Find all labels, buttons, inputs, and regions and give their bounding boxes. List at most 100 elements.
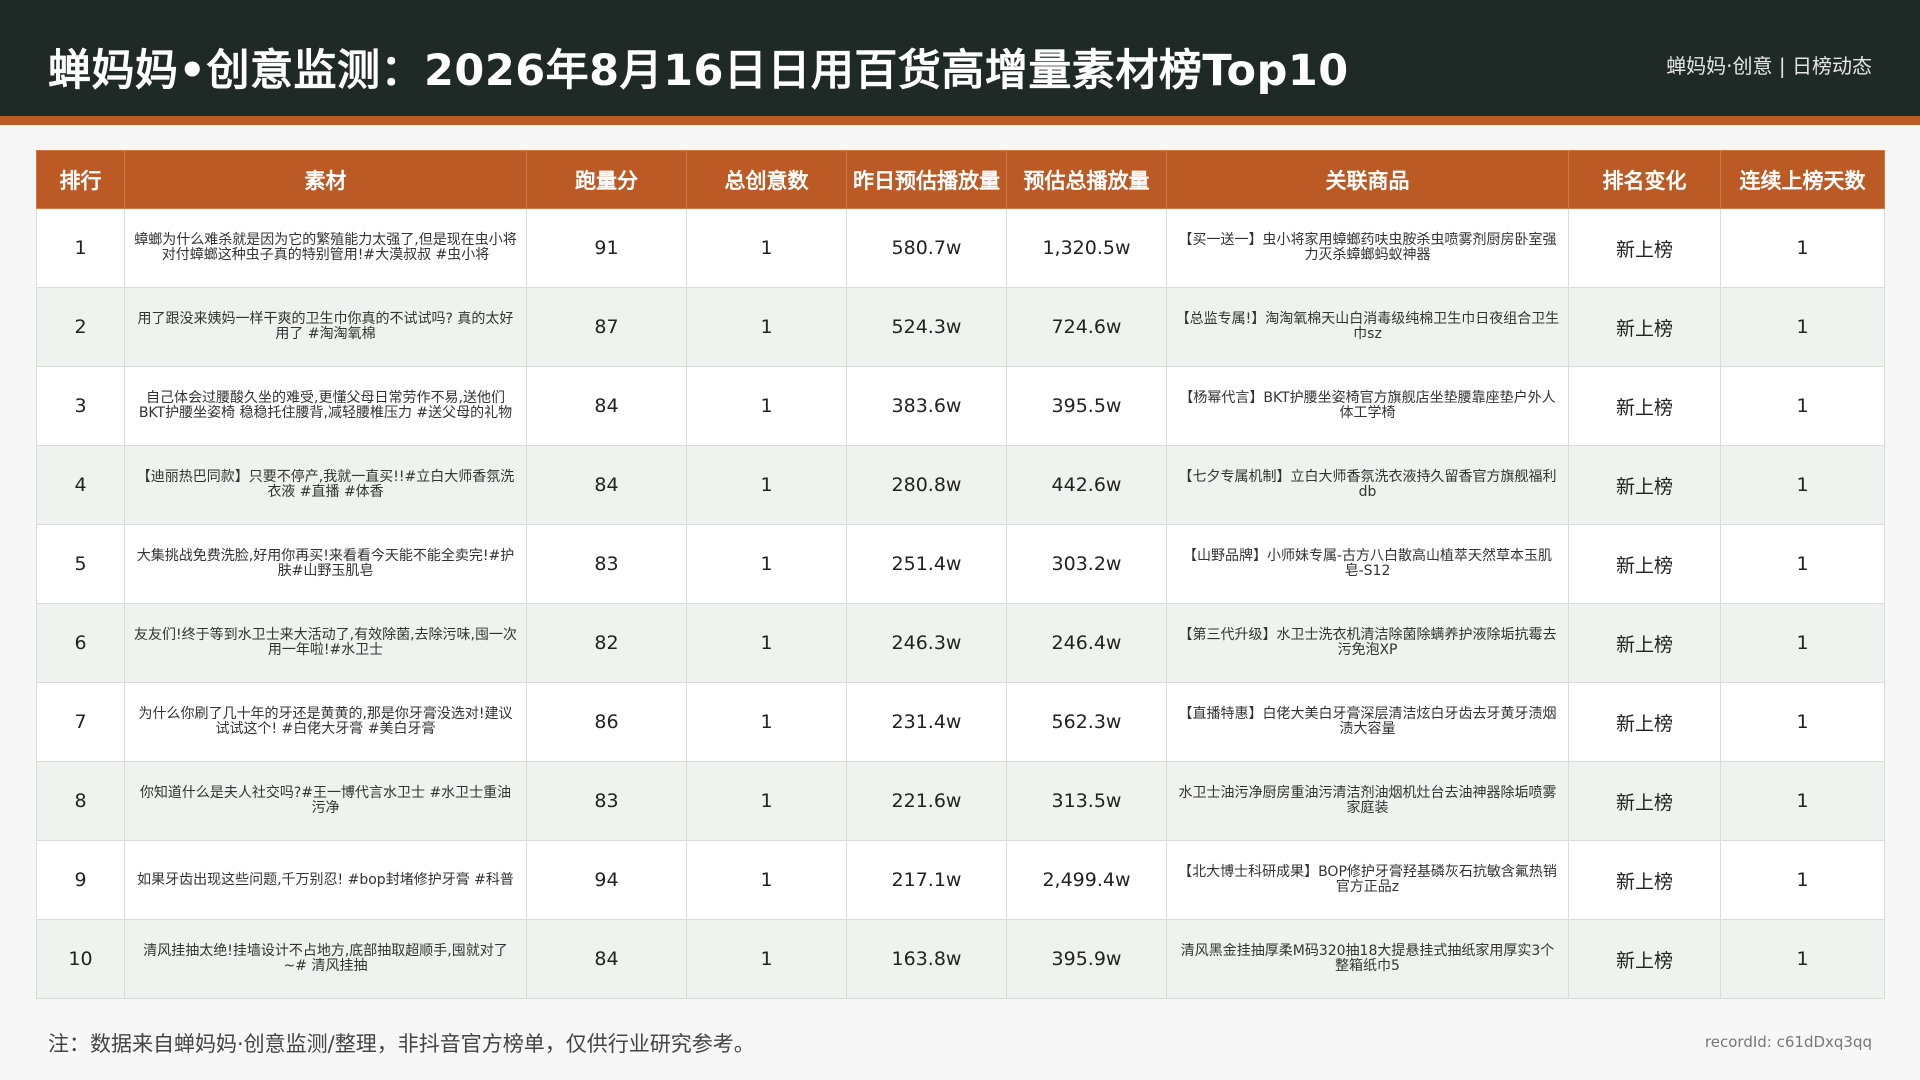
column-header-creatives[interactable]: 总创意数 (686, 150, 847, 209)
column-header-days[interactable]: 连续上榜天数 (1720, 150, 1885, 209)
column-header-material[interactable]: 素材 (124, 150, 527, 209)
total-plays-cell: 395.9w (1006, 919, 1167, 999)
product-cell: 清风黑金挂抽厚柔M码320抽18大提悬挂式抽纸家用厚实3个整箱纸巾5 (1166, 919, 1569, 999)
days-cell: 1 (1720, 761, 1885, 841)
header-bar: 蝉妈妈•创意监测：2026年8月16日日用百货高增量素材榜Top10 蝉妈妈·创… (0, 0, 1920, 116)
material-cell: 自己体会过腰酸久坐的难受,更懂父母日常劳作不易,送他们BKT护腰坐姿椅 稳稳托住… (124, 366, 527, 446)
rank-cell: 7 (36, 682, 125, 762)
yesterday-plays-cell: 251.4w (846, 524, 1007, 604)
product-cell: 【买一送一】虫小将家用蟑螂药呋虫胺杀虫喷雾剂厨房卧室强力灭杀蟑螂蚂蚁神器 (1166, 208, 1569, 288)
rank-change-cell: 新上榜 (1568, 682, 1721, 762)
table-row[interactable]: 2 用了跟没来姨妈一样干爽的卫生巾你真的不试试吗? 真的太好用了 #淘淘氧棉 8… (36, 287, 1885, 367)
material-cell: 用了跟没来姨妈一样干爽的卫生巾你真的不试试吗? 真的太好用了 #淘淘氧棉 (124, 287, 527, 367)
score-cell: 87 (526, 287, 687, 367)
days-cell: 1 (1720, 840, 1885, 920)
column-header-rank-change[interactable]: 排名变化 (1568, 150, 1721, 209)
creatives-cell: 1 (686, 840, 847, 920)
material-cell: 友友们!终于等到水卫士来大活动了,有效除菌,去除污味,囤一次用一年啦!#水卫士 (124, 603, 527, 683)
product-cell: 【北大博士科研成果】BOP修护牙膏羟基磷灰石抗敏含氟热销官方正品z (1166, 840, 1569, 920)
material-cell: 清风挂抽太绝!挂墙设计不占地方,底部抽取超顺手,囤就对了~# 清风挂抽 (124, 919, 527, 999)
score-cell: 91 (526, 208, 687, 288)
days-cell: 1 (1720, 682, 1885, 762)
rank-cell: 5 (36, 524, 125, 604)
product-cell: 【杨幂代言】BKT护腰坐姿椅官方旗舰店坐垫腰靠座垫户外人体工学椅 (1166, 366, 1569, 446)
rank-change-cell: 新上榜 (1568, 208, 1721, 288)
creatives-cell: 1 (686, 208, 847, 288)
yesterday-plays-cell: 163.8w (846, 919, 1007, 999)
score-cell: 84 (526, 445, 687, 525)
score-cell: 84 (526, 919, 687, 999)
ranking-table-container: 排行 素材 跑量分 总创意数 昨日预估播放量 预估总播放量 关联商品 排名变化 … (36, 150, 1885, 999)
product-cell: 【山野品牌】小师妹专属-古方八白散高山植萃天然草本玉肌皂-S12 (1166, 524, 1569, 604)
total-plays-cell: 1,320.5w (1006, 208, 1167, 288)
rank-cell: 1 (36, 208, 125, 288)
creatives-cell: 1 (686, 445, 847, 525)
yesterday-plays-cell: 231.4w (846, 682, 1007, 762)
rank-cell: 9 (36, 840, 125, 920)
score-cell: 83 (526, 524, 687, 604)
table-row[interactable]: 5 大集挑战免费洗脸,好用你再买!来看看今天能不能全卖完!#护肤#山野玉肌皂 8… (36, 524, 1885, 604)
score-cell: 94 (526, 840, 687, 920)
total-plays-cell: 562.3w (1006, 682, 1167, 762)
header-accent-stripe (0, 116, 1920, 125)
rank-change-cell: 新上榜 (1568, 919, 1721, 999)
days-cell: 1 (1720, 524, 1885, 604)
rank-cell: 3 (36, 366, 125, 446)
table-header-row: 排行 素材 跑量分 总创意数 昨日预估播放量 预估总播放量 关联商品 排名变化 … (36, 150, 1885, 209)
brand-tag: 蝉妈妈·创意 | 日榜动态 (1666, 54, 1872, 78)
days-cell: 1 (1720, 603, 1885, 683)
table-row[interactable]: 6 友友们!终于等到水卫士来大活动了,有效除菌,去除污味,囤一次用一年啦!#水卫… (36, 603, 1885, 683)
rank-change-cell: 新上榜 (1568, 603, 1721, 683)
table-row[interactable]: 8 你知道什么是夫人社交吗?#王一博代言水卫士 #水卫士重油污净 83 1 22… (36, 761, 1885, 841)
material-cell: 你知道什么是夫人社交吗?#王一博代言水卫士 #水卫士重油污净 (124, 761, 527, 841)
days-cell: 1 (1720, 445, 1885, 525)
rank-cell: 10 (36, 919, 125, 999)
creatives-cell: 1 (686, 682, 847, 762)
days-cell: 1 (1720, 919, 1885, 999)
rank-change-cell: 新上榜 (1568, 445, 1721, 525)
column-header-rank[interactable]: 排行 (36, 150, 125, 209)
rank-cell: 2 (36, 287, 125, 367)
yesterday-plays-cell: 221.6w (846, 761, 1007, 841)
score-cell: 83 (526, 761, 687, 841)
creatives-cell: 1 (686, 366, 847, 446)
days-cell: 1 (1720, 366, 1885, 446)
creatives-cell: 1 (686, 919, 847, 999)
creatives-cell: 1 (686, 603, 847, 683)
days-cell: 1 (1720, 287, 1885, 367)
rank-cell: 8 (36, 761, 125, 841)
column-header-product[interactable]: 关联商品 (1166, 150, 1569, 209)
column-header-total-plays[interactable]: 预估总播放量 (1006, 150, 1167, 209)
total-plays-cell: 395.5w (1006, 366, 1167, 446)
total-plays-cell: 442.6w (1006, 445, 1167, 525)
table-row[interactable]: 4 【迪丽热巴同款】只要不停产,我就一直买!!#立白大师香氛洗衣液 #直播 #体… (36, 445, 1885, 525)
total-plays-cell: 724.6w (1006, 287, 1167, 367)
creatives-cell: 1 (686, 761, 847, 841)
creatives-cell: 1 (686, 287, 847, 367)
total-plays-cell: 313.5w (1006, 761, 1167, 841)
yesterday-plays-cell: 524.3w (846, 287, 1007, 367)
record-id: recordId: c61dDxq3qq (1704, 1033, 1872, 1051)
table-row[interactable]: 10 清风挂抽太绝!挂墙设计不占地方,底部抽取超顺手,囤就对了~# 清风挂抽 8… (36, 919, 1885, 999)
yesterday-plays-cell: 383.6w (846, 366, 1007, 446)
total-plays-cell: 246.4w (1006, 603, 1167, 683)
yesterday-plays-cell: 580.7w (846, 208, 1007, 288)
rank-change-cell: 新上榜 (1568, 524, 1721, 604)
ranking-table: 排行 素材 跑量分 总创意数 昨日预估播放量 预估总播放量 关联商品 排名变化 … (36, 150, 1885, 999)
footnote: 注：数据来自蝉妈妈·创意监测/整理，非抖音官方榜单，仅供行业研究参考。 (48, 1032, 755, 1056)
rank-change-cell: 新上榜 (1568, 366, 1721, 446)
score-cell: 82 (526, 603, 687, 683)
material-cell: 如果牙齿出现这些问题,千万别忍! #bop封堵修护牙膏 #科普 (124, 840, 527, 920)
rank-cell: 6 (36, 603, 125, 683)
material-cell: 【迪丽热巴同款】只要不停产,我就一直买!!#立白大师香氛洗衣液 #直播 #体香 (124, 445, 527, 525)
table-row[interactable]: 9 如果牙齿出现这些问题,千万别忍! #bop封堵修护牙膏 #科普 94 1 2… (36, 840, 1885, 920)
table-row[interactable]: 1 蟑螂为什么难杀就是因为它的繁殖能力太强了,但是现在虫小将对付蟑螂这种虫子真的… (36, 208, 1885, 288)
column-header-yesterday-plays[interactable]: 昨日预估播放量 (846, 150, 1007, 209)
rank-cell: 4 (36, 445, 125, 525)
material-cell: 为什么你刷了几十年的牙还是黄黄的,那是你牙膏没选对!建议试试这个! #白佬大牙膏… (124, 682, 527, 762)
yesterday-plays-cell: 217.1w (846, 840, 1007, 920)
column-header-score[interactable]: 跑量分 (526, 150, 687, 209)
material-cell: 大集挑战免费洗脸,好用你再买!来看看今天能不能全卖完!#护肤#山野玉肌皂 (124, 524, 527, 604)
table-row[interactable]: 7 为什么你刷了几十年的牙还是黄黄的,那是你牙膏没选对!建议试试这个! #白佬大… (36, 682, 1885, 762)
table-row[interactable]: 3 自己体会过腰酸久坐的难受,更懂父母日常劳作不易,送他们BKT护腰坐姿椅 稳稳… (36, 366, 1885, 446)
